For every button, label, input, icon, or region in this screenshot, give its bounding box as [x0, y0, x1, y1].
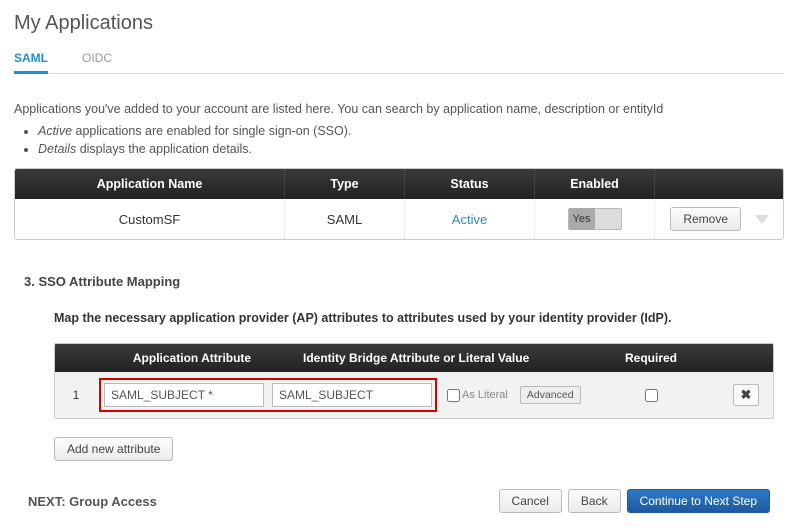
sso-mapping-section: 3. SSO Attribute Mapping Map the necessa…: [14, 274, 784, 513]
highlighted-inputs: [99, 378, 437, 412]
status-link[interactable]: Active: [452, 212, 487, 227]
app-type-cell: SAML: [285, 199, 405, 239]
attribute-row: 1 As Literal Advanced ✖: [55, 372, 773, 418]
intro-rest: applications are enabled for single sign…: [72, 124, 351, 138]
intro-block: Applications you've added to your accoun…: [14, 102, 784, 156]
toggle-yes-label: Yes: [569, 208, 595, 230]
col-header-status: Status: [405, 169, 535, 199]
application-attribute-input[interactable]: [104, 383, 264, 407]
required-cell: [587, 389, 717, 402]
tabs-bar: SAML OIDC: [14, 43, 784, 74]
intro-lead: Applications you've added to your accoun…: [14, 102, 784, 116]
col-header-enabled: Enabled: [535, 169, 655, 199]
attr-col-app: Application Attribute: [89, 344, 295, 372]
as-literal-option[interactable]: As Literal: [447, 389, 508, 402]
expand-chevron-icon[interactable]: [755, 215, 769, 224]
attribute-table: Application Attribute Identity Bridge At…: [54, 343, 774, 419]
back-button[interactable]: Back: [568, 489, 621, 513]
application-row: CustomSF SAML Active Yes Remove: [15, 199, 783, 239]
add-new-attribute-button[interactable]: Add new attribute: [54, 437, 173, 461]
intro-em: Active: [38, 124, 72, 138]
as-literal-checkbox[interactable]: [447, 389, 460, 402]
delete-row-icon[interactable]: ✖: [733, 384, 759, 406]
advanced-button[interactable]: Advanced: [520, 386, 581, 404]
intro-bullet: Active applications are enabled for sing…: [38, 124, 784, 138]
attr-col-actions: [727, 344, 773, 372]
as-literal-label: As Literal: [462, 389, 508, 401]
app-status-cell: Active: [405, 199, 535, 239]
attr-col-required: Required: [575, 344, 727, 372]
col-header-actions: [655, 169, 783, 199]
intro-em: Details: [38, 142, 76, 156]
attr-col-idx: [55, 344, 89, 372]
next-step-label: NEXT: Group Access: [28, 494, 157, 509]
continue-button[interactable]: Continue to Next Step: [627, 489, 770, 513]
identity-bridge-attribute-input[interactable]: [272, 383, 432, 407]
intro-rest: displays the application details.: [76, 142, 252, 156]
section-desc: Map the necessary application provider (…: [54, 311, 774, 325]
col-header-type: Type: [285, 169, 405, 199]
cancel-button[interactable]: Cancel: [499, 489, 562, 513]
remove-button[interactable]: Remove: [670, 207, 741, 231]
tab-oidc[interactable]: OIDC: [82, 47, 112, 73]
page-title: My Applications: [14, 12, 784, 35]
enabled-toggle[interactable]: Yes: [568, 208, 622, 230]
section-title: 3. SSO Attribute Mapping: [24, 274, 774, 289]
wizard-footer: NEXT: Group Access Cancel Back Continue …: [24, 489, 774, 513]
tab-saml[interactable]: SAML: [14, 47, 48, 73]
applications-table: Application Name Type Status Enabled Cus…: [14, 168, 784, 240]
required-checkbox[interactable]: [645, 389, 658, 402]
intro-bullet: Details displays the application details…: [38, 142, 784, 156]
app-enabled-cell: Yes: [535, 199, 655, 239]
attr-col-idp: Identity Bridge Attribute or Literal Val…: [295, 344, 575, 372]
attr-index: 1: [59, 388, 93, 402]
col-header-name: Application Name: [15, 169, 285, 199]
app-name-cell: CustomSF: [15, 199, 285, 239]
